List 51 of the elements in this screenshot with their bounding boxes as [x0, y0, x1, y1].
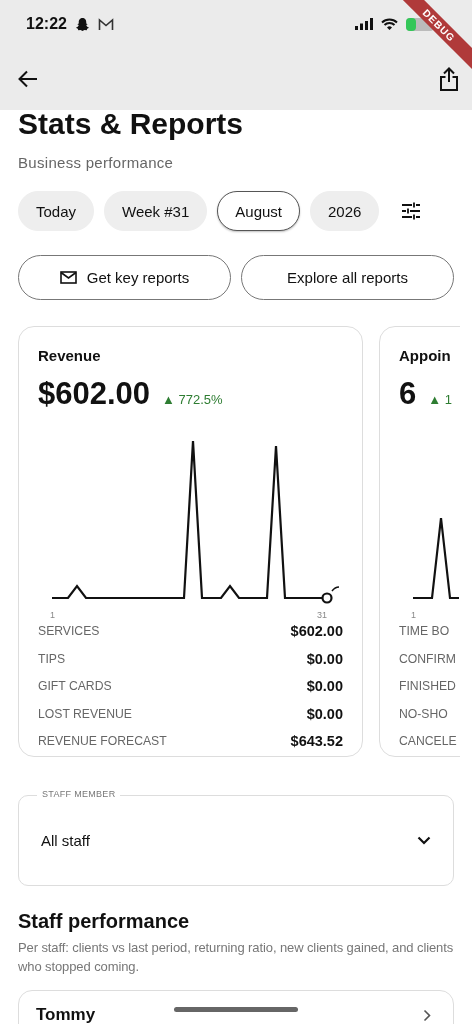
- status-time: 12:22: [26, 15, 67, 33]
- period-chip[interactable]: 2026: [310, 191, 380, 231]
- metric-label: TIPS: [38, 651, 66, 666]
- metric-label: TIME BO: [399, 624, 450, 639]
- period-chip[interactable]: Week #31: [104, 191, 208, 231]
- metric-value: $602.00: [38, 376, 151, 412]
- metric-amount: $643.52: [290, 733, 343, 750]
- metric-amount: $0.00: [306, 650, 343, 667]
- select-value: All staff: [41, 832, 90, 849]
- report-button[interactable]: Explore all reports: [241, 255, 454, 300]
- page-subtitle: Business performance: [18, 154, 175, 171]
- back-button[interactable]: [18, 70, 38, 88]
- metric-label: CANCELE: [399, 734, 457, 749]
- metric-change: ▲ 1: [428, 392, 452, 407]
- card-title: Appoin: [399, 347, 452, 364]
- share-button[interactable]: [440, 67, 458, 91]
- metric-label: GIFT CARDS: [38, 679, 112, 694]
- axis-label: 31: [317, 610, 327, 620]
- metric-amount: $0.00: [306, 705, 343, 722]
- metric-value: 6: [399, 376, 417, 412]
- metric-label: FINISHED: [399, 679, 456, 694]
- chevron-down-icon: [417, 836, 431, 845]
- section-title: Staff performance: [18, 910, 191, 933]
- metric-amount: $602.00: [290, 623, 343, 640]
- back-arrow-icon: [18, 70, 38, 88]
- metric-label: REVENUE FORECAST: [38, 734, 167, 749]
- metric-label: NO-SHO: [399, 706, 448, 721]
- mail-icon: [59, 271, 77, 284]
- card-title: Revenue: [38, 347, 102, 364]
- ghost-icon: [74, 16, 90, 32]
- period-chip[interactable]: Today: [18, 191, 95, 231]
- wifi-icon: [381, 18, 398, 30]
- metric-label: CONFIRM: [399, 651, 456, 666]
- metric-change: ▲ 772.5%: [162, 392, 223, 407]
- signal-icon: [355, 18, 373, 30]
- period-chip[interactable]: August: [217, 191, 300, 231]
- sliders-icon: [401, 202, 422, 220]
- axis-label: 1: [50, 610, 55, 620]
- share-icon: [440, 67, 458, 91]
- axis-label: 1: [411, 610, 416, 620]
- report-button[interactable]: Get key reports: [18, 255, 231, 300]
- metric-amount: $0.00: [306, 678, 343, 695]
- metric-label: SERVICES: [38, 624, 100, 639]
- field-label: STAFF MEMBER: [37, 789, 121, 799]
- mail-icon: [97, 17, 114, 31]
- chevron-right-icon: [423, 1009, 431, 1022]
- filter-button[interactable]: [401, 202, 422, 220]
- section-description: Per staff: clients vs last period, returning ratio, new clients gained, and clients who stopped coming.: [18, 939, 454, 976]
- metric-label: LOST REVENUE: [38, 706, 132, 721]
- staff-name: Tommy: [36, 1005, 96, 1024]
- page-title: Stats & Reports: [18, 108, 245, 140]
